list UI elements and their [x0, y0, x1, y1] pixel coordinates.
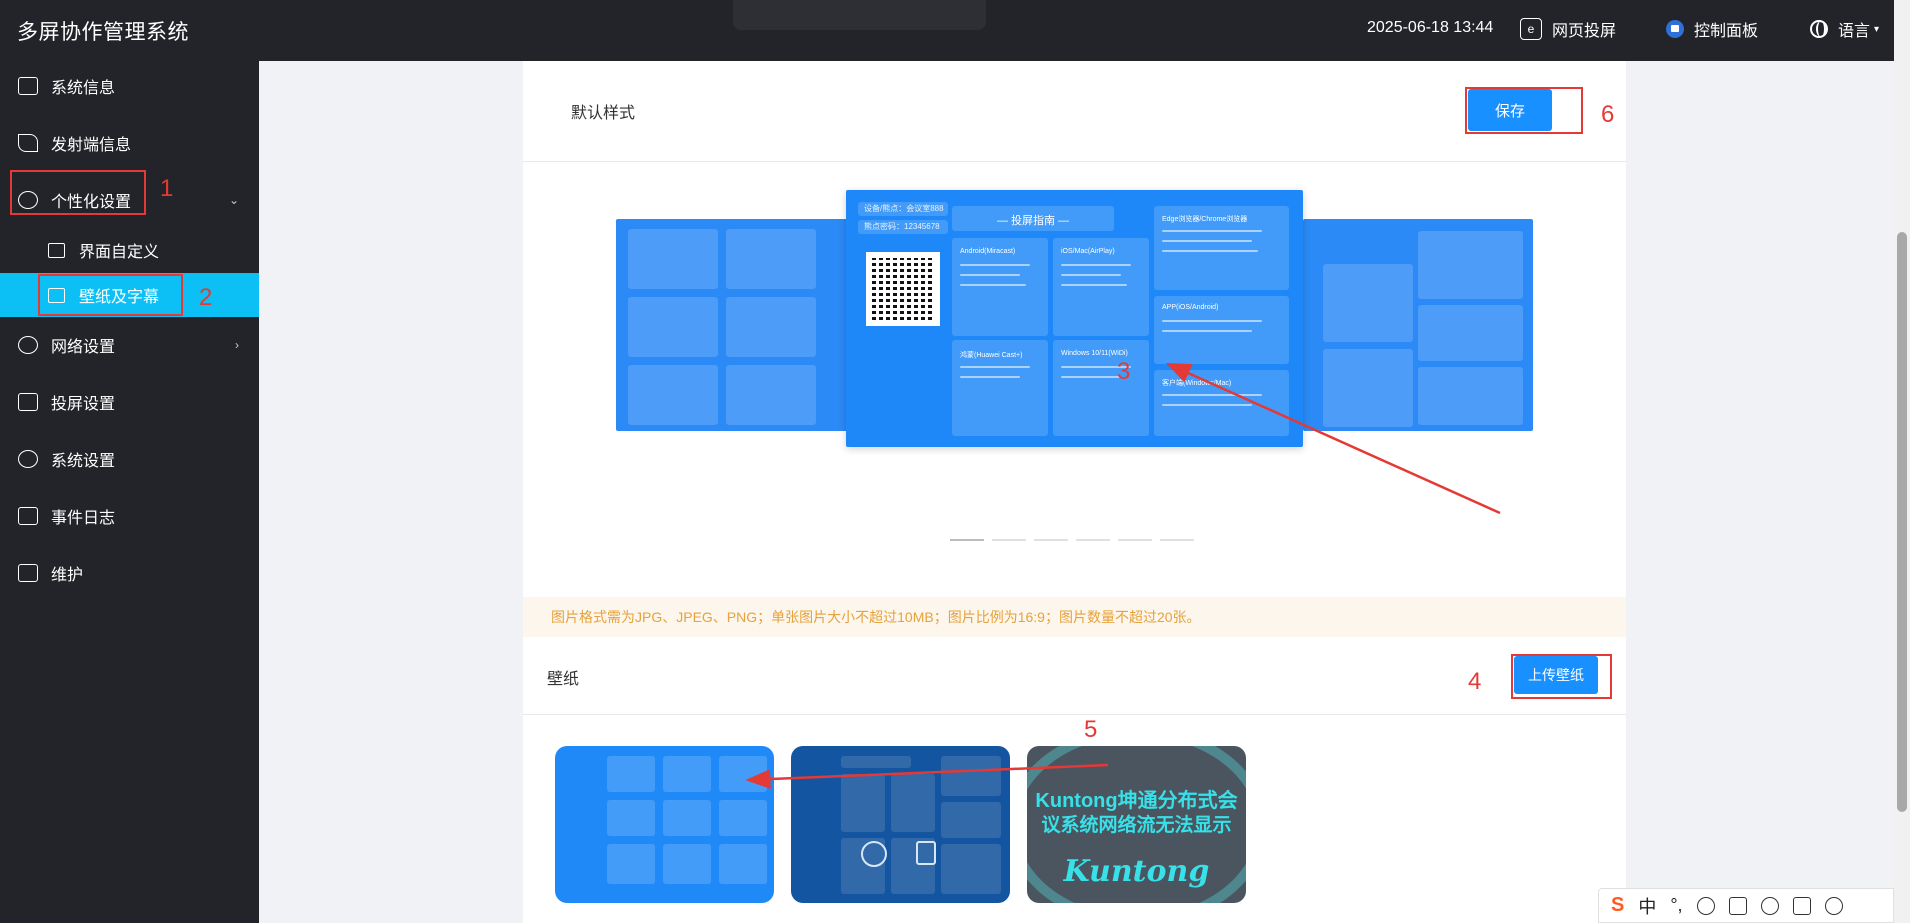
- ime-mode-toggle[interactable]: 中: [1638, 893, 1656, 919]
- skin-icon[interactable]: [1760, 896, 1779, 915]
- microphone-icon[interactable]: [1696, 896, 1715, 915]
- ime-punctuation-toggle[interactable]: °,: [1670, 895, 1682, 916]
- annotation-arrows: [745, 362, 1501, 790]
- toolbox-icon[interactable]: [1824, 896, 1843, 915]
- keyboard-icon[interactable]: [1728, 896, 1747, 915]
- ime-toolbar: S 中 °,: [1598, 888, 1894, 923]
- annotation-arrow-5: [745, 763, 1109, 790]
- annotation-arrow-3: [1165, 362, 1501, 515]
- ime-logo[interactable]: S: [1611, 894, 1624, 917]
- grid-icon[interactable]: [1792, 896, 1811, 915]
- scrollbar-thumb[interactable]: [1897, 232, 1907, 812]
